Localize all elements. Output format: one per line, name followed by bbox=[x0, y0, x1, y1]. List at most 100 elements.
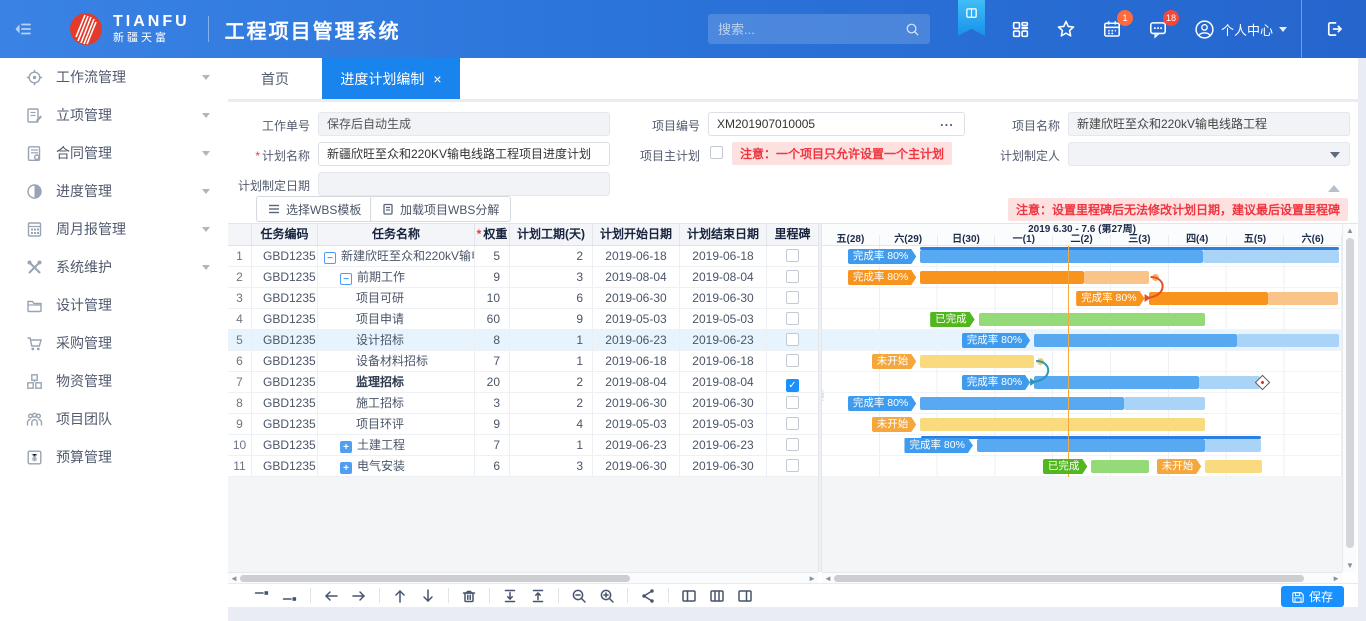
milestone-checkbox[interactable] bbox=[786, 249, 799, 262]
gantt-bar-segment[interactable] bbox=[1205, 439, 1261, 452]
task-start-date[interactable]: 2019-05-03 bbox=[593, 414, 680, 434]
task-end-date[interactable]: 2019-06-18 bbox=[680, 351, 767, 371]
task-name[interactable]: 项目申请 bbox=[318, 309, 475, 329]
task-name[interactable]: 施工招标 bbox=[318, 393, 475, 413]
task-name[interactable]: 监理招标 bbox=[318, 372, 475, 392]
milestone-checkbox[interactable] bbox=[786, 417, 799, 430]
task-duration[interactable]: 2 bbox=[510, 246, 593, 266]
task-weight[interactable]: 6 bbox=[475, 456, 510, 476]
task-end-date[interactable]: 2019-06-18 bbox=[680, 246, 767, 266]
task-duration[interactable]: 3 bbox=[510, 456, 593, 476]
table-row[interactable]: 11GBD1235+电气安装632019-06-302019-06-30 bbox=[228, 456, 818, 477]
gantt-bar-segment[interactable] bbox=[1124, 397, 1205, 410]
task-duration[interactable]: 2 bbox=[510, 372, 593, 392]
task-weight[interactable]: 7 bbox=[475, 351, 510, 371]
messages-icon[interactable]: 18 bbox=[1148, 19, 1168, 39]
expand-rows-icon[interactable] bbox=[502, 588, 518, 604]
gantt-bar-segment[interactable] bbox=[1084, 271, 1148, 284]
task-weight[interactable]: 10 bbox=[475, 288, 510, 308]
gantt-bar-segment[interactable] bbox=[1268, 292, 1337, 305]
task-weight[interactable]: 8 bbox=[475, 330, 510, 350]
table-row[interactable]: 7GBD1235监理招标2022019-08-042019-08-04✓ bbox=[228, 372, 818, 393]
project-code-field[interactable]: XM201907010005 bbox=[708, 112, 965, 136]
project-picker-button[interactable]: ... bbox=[940, 114, 954, 129]
task-start-date[interactable]: 2019-06-30 bbox=[593, 288, 680, 308]
expand-node-icon[interactable]: + bbox=[340, 462, 352, 474]
layout-three-columns-icon[interactable] bbox=[709, 588, 725, 604]
task-start-date[interactable]: 2019-06-23 bbox=[593, 435, 680, 455]
plan-name-field[interactable]: 新疆欣旺至众和220KV输电线路工程项目进度计划 bbox=[318, 142, 610, 166]
gantt-bar-segment[interactable] bbox=[1237, 334, 1339, 347]
table-row[interactable]: 1GBD1235−新建欣旺至众和220kV输电线路工程522019-06-182… bbox=[228, 246, 818, 267]
search-icon[interactable] bbox=[905, 22, 920, 37]
task-duration[interactable]: 6 bbox=[510, 288, 593, 308]
milestone-checkbox[interactable] bbox=[786, 396, 799, 409]
gantt-vertical-scrollbar[interactable]: ▲ ▼ bbox=[1342, 224, 1356, 572]
milestone-checkbox[interactable] bbox=[786, 312, 799, 325]
task-start-date[interactable]: 2019-08-04 bbox=[593, 372, 680, 392]
gantt-bar-segment[interactable] bbox=[1034, 334, 1237, 347]
task-name[interactable]: 设备材料招标 bbox=[318, 351, 475, 371]
gantt-bar-segment[interactable] bbox=[977, 439, 1205, 452]
load-wbs-button[interactable]: 加载项目WBS分解 bbox=[370, 196, 511, 222]
task-name[interactable]: 设计招标 bbox=[318, 330, 475, 350]
task-name[interactable]: 项目环评 bbox=[318, 414, 475, 434]
task-weight[interactable]: 9 bbox=[475, 267, 510, 287]
table-row[interactable]: 9GBD1235项目环评942019-05-032019-05-03 bbox=[228, 414, 818, 435]
layout-left-panel-icon[interactable] bbox=[681, 588, 697, 604]
task-start-date[interactable]: 2019-06-18 bbox=[593, 351, 680, 371]
task-duration[interactable]: 9 bbox=[510, 309, 593, 329]
task-start-date[interactable]: 2019-08-04 bbox=[593, 267, 680, 287]
milestone-checkbox[interactable] bbox=[786, 354, 799, 367]
task-start-date[interactable]: 2019-06-23 bbox=[593, 330, 680, 350]
link-relation-icon[interactable] bbox=[640, 588, 656, 604]
logout-button[interactable] bbox=[1301, 0, 1366, 58]
search-input[interactable] bbox=[718, 22, 905, 37]
task-end-date[interactable]: 2019-08-04 bbox=[680, 372, 767, 392]
task-end-date[interactable]: 2019-06-30 bbox=[680, 456, 767, 476]
task-name[interactable]: −新建欣旺至众和220kV输电线路工程 bbox=[318, 246, 475, 266]
outdent-arrow-left-icon[interactable] bbox=[323, 588, 339, 604]
milestone-checkbox[interactable]: ✓ bbox=[786, 379, 799, 392]
apps-grid-icon[interactable] bbox=[1011, 20, 1030, 39]
task-start-date[interactable]: 2019-05-03 bbox=[593, 309, 680, 329]
bookmark-ribbon-icon[interactable] bbox=[958, 0, 985, 36]
table-row[interactable]: 10GBD1235+土建工程712019-06-232019-06-23 bbox=[228, 435, 818, 456]
gantt-bar-segment[interactable] bbox=[1149, 292, 1269, 305]
select-wbs-template-button[interactable]: 选择WBS模板 bbox=[256, 196, 373, 222]
gantt-bar-segment[interactable] bbox=[1034, 376, 1199, 389]
milestone-checkbox[interactable] bbox=[786, 333, 799, 346]
task-end-date[interactable]: 2019-06-23 bbox=[680, 330, 767, 350]
zoom-out-icon[interactable] bbox=[571, 588, 587, 604]
task-weight[interactable]: 60 bbox=[475, 309, 510, 329]
user-menu[interactable]: 个人中心 bbox=[1194, 19, 1287, 40]
zoom-in-icon[interactable] bbox=[599, 588, 615, 604]
table-row[interactable]: 8GBD1235施工招标322019-06-302019-06-30 bbox=[228, 393, 818, 414]
plan-maker-select[interactable] bbox=[1068, 142, 1350, 166]
task-duration[interactable]: 2 bbox=[510, 393, 593, 413]
gantt-bar-segment[interactable] bbox=[920, 418, 1205, 431]
collapse-panel-icon[interactable] bbox=[1328, 185, 1340, 192]
link-end-icon[interactable] bbox=[282, 588, 298, 604]
gantt-bar-segment[interactable] bbox=[979, 313, 1206, 326]
task-duration[interactable]: 4 bbox=[510, 414, 593, 434]
calendar-icon[interactable]: 1 bbox=[1102, 19, 1122, 39]
move-up-icon[interactable] bbox=[392, 588, 408, 604]
gantt-bar-segment[interactable] bbox=[1199, 376, 1260, 389]
expand-node-icon[interactable]: + bbox=[340, 441, 352, 453]
tab-home[interactable]: 首页 bbox=[228, 58, 322, 99]
sidebar-item-3[interactable]: 合同管理 bbox=[0, 134, 228, 172]
task-weight[interactable]: 5 bbox=[475, 246, 510, 266]
collapse-rows-icon[interactable] bbox=[530, 588, 546, 604]
sidebar-item-11[interactable]: 预算管理 bbox=[0, 438, 228, 476]
table-row[interactable]: 2GBD1235−前期工作932019-08-042019-08-04 bbox=[228, 267, 818, 288]
task-end-date[interactable]: 2019-05-03 bbox=[680, 309, 767, 329]
favorites-star-icon[interactable] bbox=[1056, 19, 1076, 39]
task-end-date[interactable]: 2019-05-03 bbox=[680, 414, 767, 434]
close-tab-icon[interactable]: × bbox=[433, 72, 441, 86]
save-button[interactable]: 保存 bbox=[1281, 586, 1344, 607]
gantt-bar-segment[interactable] bbox=[1205, 460, 1262, 473]
gantt-bar-segment[interactable] bbox=[1203, 250, 1339, 263]
gantt-bar-segment[interactable] bbox=[920, 397, 1124, 410]
task-name[interactable]: 项目可研 bbox=[318, 288, 475, 308]
